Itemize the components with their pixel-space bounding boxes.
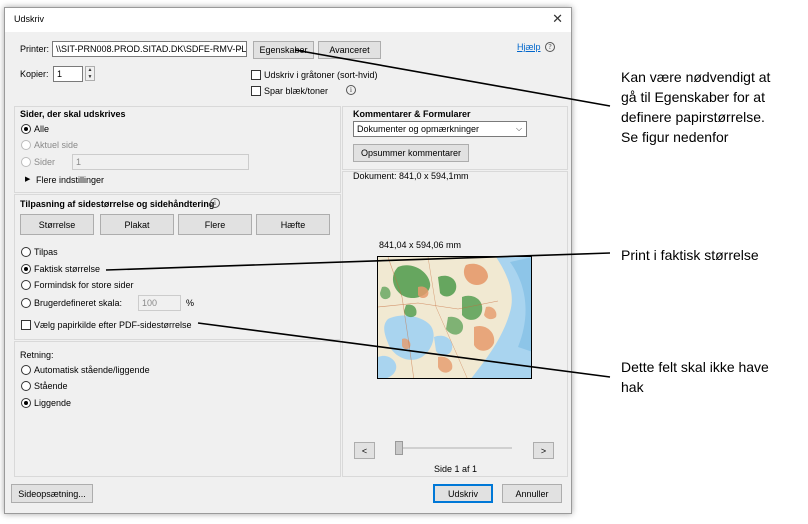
annotation-line-properties: [294, 49, 611, 107]
annotation-properties-line-4: Se figur nedenfor: [621, 129, 729, 145]
annotation-actual-size-note: Print i faktisk størrelse: [621, 247, 759, 263]
annotation-paper-source-note: Dette felt skal ikke have hak: [621, 357, 769, 397]
annotation-paper-source-line-1: Dette felt skal ikke have: [621, 359, 769, 375]
annotation-line-actual-size: [105, 252, 611, 271]
annotation-properties-line-2: gå til Egenskaber for at: [621, 89, 765, 105]
annotation-paper-source-line-2: hak: [621, 379, 644, 395]
annotation-properties-note: Kan være nødvendigt at gå til Egenskaber…: [621, 67, 770, 147]
annotation-line-paper-source: [197, 322, 611, 378]
annotation-properties-line-3: definere papirstørrelse.: [621, 109, 765, 125]
annotation-properties-line-1: Kan være nødvendigt at: [621, 69, 771, 85]
